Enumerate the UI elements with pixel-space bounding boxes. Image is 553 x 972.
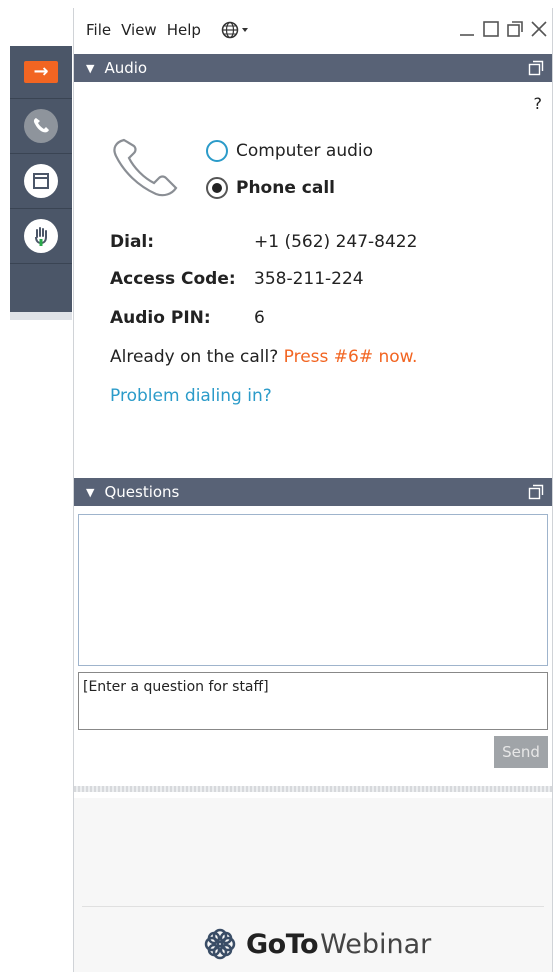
- brand-goto: GoTo: [246, 928, 319, 960]
- problem-dialing-link[interactable]: Problem dialing in?: [110, 386, 272, 406]
- raise-hand-icon[interactable]: [24, 219, 58, 253]
- phone-call-label: Phone call: [236, 178, 335, 198]
- audio-pin-value: 6: [254, 308, 265, 328]
- lower-pane: GoTo Webinar: [74, 798, 552, 972]
- separator-line: [82, 906, 544, 907]
- window-controls: [458, 20, 548, 38]
- grab-tab-slot-hand[interactable]: [10, 209, 72, 264]
- already-on-call-text: Already on the call?: [110, 347, 279, 367]
- computer-audio-radio[interactable]: [206, 140, 228, 162]
- popout-icon[interactable]: [506, 20, 524, 38]
- minimize-icon[interactable]: [458, 20, 476, 38]
- press-code-text: Press #6# now.: [283, 347, 418, 367]
- control-panel: File View Help ▼ Audio ? Computer audio: [73, 8, 553, 972]
- menu-view[interactable]: View: [121, 21, 157, 39]
- dial-value: +1 (562) 247-8422: [254, 232, 418, 252]
- gotowebinar-flower-icon: [204, 928, 236, 960]
- questions-log[interactable]: [78, 514, 548, 666]
- audio-help-mark[interactable]: ?: [534, 94, 543, 113]
- access-code-row: Access Code: 358-211-224: [110, 269, 364, 289]
- collapse-arrow-icon[interactable]: →: [24, 61, 58, 83]
- phone-call-option[interactable]: Phone call: [206, 177, 335, 199]
- questions-popout-icon[interactable]: [528, 484, 544, 504]
- audio-section-title: Audio: [104, 59, 148, 77]
- maximize-icon[interactable]: [482, 20, 500, 38]
- computer-audio-option[interactable]: Computer audio: [206, 140, 373, 162]
- window-icon[interactable]: [24, 164, 58, 198]
- phone-icon[interactable]: [24, 109, 58, 143]
- questions-section-header[interactable]: ▼ Questions: [74, 478, 552, 506]
- grab-tab-slot-audio[interactable]: [10, 99, 72, 154]
- menu-bar: File View Help: [74, 8, 552, 52]
- dial-row: Dial: +1 (562) 247-8422: [110, 232, 417, 252]
- menu-help[interactable]: Help: [167, 21, 201, 39]
- phone-handset-icon: [113, 138, 178, 197]
- audio-pin-label: Audio PIN:: [110, 308, 211, 328]
- access-code-value: 358-211-224: [254, 269, 364, 289]
- resize-divider[interactable]: [74, 786, 552, 792]
- audio-section-header[interactable]: ▼ Audio: [74, 54, 552, 82]
- questions-collapse-triangle-icon[interactable]: ▼: [86, 486, 94, 499]
- grab-tab-slot-collapse[interactable]: →: [10, 46, 72, 99]
- close-icon[interactable]: [530, 20, 548, 38]
- audio-popout-icon[interactable]: [528, 60, 544, 80]
- language-globe-icon[interactable]: [221, 21, 251, 39]
- audio-pane: ? Computer audio Phone call Dial: +1 (56…: [74, 88, 552, 475]
- access-code-label: Access Code:: [110, 269, 236, 289]
- menu-file[interactable]: File: [86, 21, 111, 39]
- collapse-triangle-icon[interactable]: ▼: [86, 62, 94, 75]
- grab-tab-slot-screen[interactable]: [10, 154, 72, 209]
- send-button[interactable]: Send: [494, 736, 548, 768]
- gotowebinar-logo: GoTo Webinar: [202, 926, 431, 962]
- audio-pin-row: Audio PIN: 6: [110, 308, 265, 328]
- grab-tab: →: [10, 46, 72, 320]
- questions-section-title: Questions: [104, 483, 180, 501]
- dial-label: Dial:: [110, 232, 155, 252]
- already-on-call-row: Already on the call? Press #6# now.: [110, 347, 417, 367]
- brand-webinar: Webinar: [320, 928, 432, 960]
- computer-audio-label: Computer audio: [236, 141, 374, 161]
- phone-call-radio[interactable]: [206, 177, 228, 199]
- question-input[interactable]: [Enter a question for staff]: [78, 672, 548, 730]
